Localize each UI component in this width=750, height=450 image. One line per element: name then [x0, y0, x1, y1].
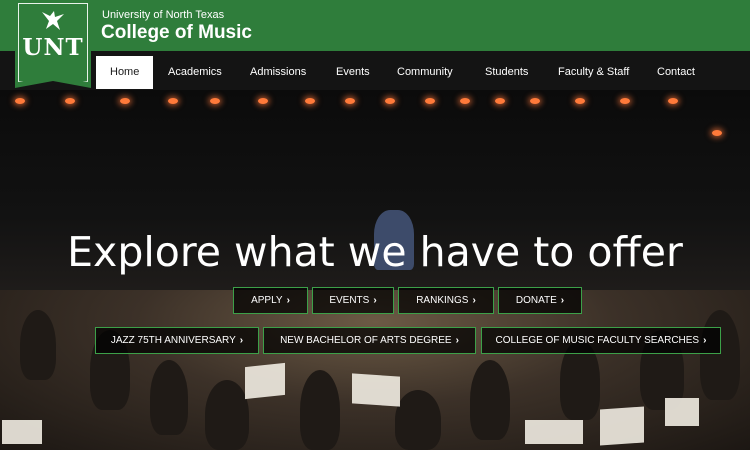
- college-name[interactable]: College of Music: [101, 22, 252, 44]
- donate-button-label: DONATE: [515, 295, 557, 306]
- music-sheet: [352, 373, 400, 407]
- chevron-right-icon: ›: [560, 295, 565, 306]
- chevron-right-icon: ›: [455, 335, 459, 346]
- faculty-searches-button-label: COLLEGE OF MUSIC FACULTY SEARCHES: [495, 335, 700, 346]
- rankings-button[interactable]: RANKINGS ›: [398, 287, 494, 314]
- events-button-label: EVENTS: [329, 295, 370, 306]
- ceiling-light: [305, 98, 315, 104]
- unt-logo[interactable]: UNT: [15, 0, 91, 88]
- ceiling-light: [345, 98, 355, 104]
- rankings-button-label: RANKINGS: [416, 295, 469, 306]
- hero-banner: Explore what we have to offer APPLY › EVE…: [0, 90, 750, 450]
- ceiling-light: [425, 98, 435, 104]
- musician: [470, 360, 510, 440]
- ceiling-light: [495, 98, 505, 104]
- hero-headline: Explore what we have to offer: [67, 228, 683, 276]
- chevron-right-icon: ›: [239, 335, 244, 346]
- ceiling-light: [168, 98, 178, 104]
- orchestra-stage: [0, 290, 750, 450]
- nav-community[interactable]: Community: [383, 56, 467, 89]
- bachelor-arts-button-label: NEW BACHELOR OF ARTS DEGREE: [280, 335, 452, 346]
- chevron-right-icon: ›: [373, 295, 377, 306]
- ceiling-light: [210, 98, 220, 104]
- ceiling-light: [620, 98, 630, 104]
- ceiling-light: [120, 98, 130, 104]
- musician: [700, 310, 740, 400]
- music-sheet: [665, 398, 699, 426]
- main-nav: Home Academics Admissions Events Communi…: [0, 51, 750, 90]
- nav-academics[interactable]: Academics: [154, 56, 236, 89]
- ceiling-light: [65, 98, 75, 104]
- events-button[interactable]: EVENTS ›: [312, 287, 394, 314]
- nav-events[interactable]: Events: [322, 56, 384, 89]
- music-sheet: [525, 420, 583, 444]
- nav-admissions[interactable]: Admissions: [236, 56, 320, 89]
- musician: [395, 390, 441, 450]
- apply-button-label: APPLY: [251, 295, 283, 306]
- nav-home[interactable]: Home: [96, 56, 153, 89]
- apply-button[interactable]: APPLY ›: [233, 287, 308, 314]
- chevron-right-icon: ›: [703, 335, 707, 346]
- site-header: University of North Texas College of Mus…: [0, 0, 750, 51]
- jazz-anniversary-button-label: JAZZ 75TH ANNIVERSARY: [110, 335, 236, 346]
- nav-faculty-staff[interactable]: Faculty & Staff: [544, 56, 643, 89]
- musician: [300, 370, 340, 450]
- music-sheet: [245, 362, 285, 400]
- jazz-anniversary-button[interactable]: JAZZ 75TH ANNIVERSARY ›: [95, 327, 259, 354]
- bachelor-arts-button[interactable]: NEW BACHELOR OF ARTS DEGREE ›: [263, 327, 476, 354]
- ceiling-light: [15, 98, 25, 104]
- music-sheet: [600, 406, 644, 446]
- eagle-icon: [42, 11, 64, 30]
- music-sheet: [2, 420, 42, 444]
- musician: [20, 310, 56, 380]
- chevron-right-icon: ›: [472, 295, 476, 306]
- university-name[interactable]: University of North Texas: [102, 9, 224, 21]
- ceiling-light: [385, 98, 395, 104]
- nav-students[interactable]: Students: [471, 56, 542, 89]
- musician: [150, 360, 188, 435]
- ceiling-light: [575, 98, 585, 104]
- ceiling-light: [258, 98, 268, 104]
- ceiling-light: [460, 98, 470, 104]
- donate-button[interactable]: DONATE ›: [498, 287, 582, 314]
- ceiling-light: [530, 98, 540, 104]
- ceiling-light: [712, 130, 722, 136]
- faculty-searches-button[interactable]: COLLEGE OF MUSIC FACULTY SEARCHES ›: [481, 327, 721, 354]
- logo-text: UNT: [22, 34, 84, 61]
- ceiling-light: [668, 98, 678, 104]
- musician: [205, 380, 249, 450]
- nav-contact[interactable]: Contact: [643, 56, 709, 89]
- chevron-right-icon: ›: [286, 295, 290, 306]
